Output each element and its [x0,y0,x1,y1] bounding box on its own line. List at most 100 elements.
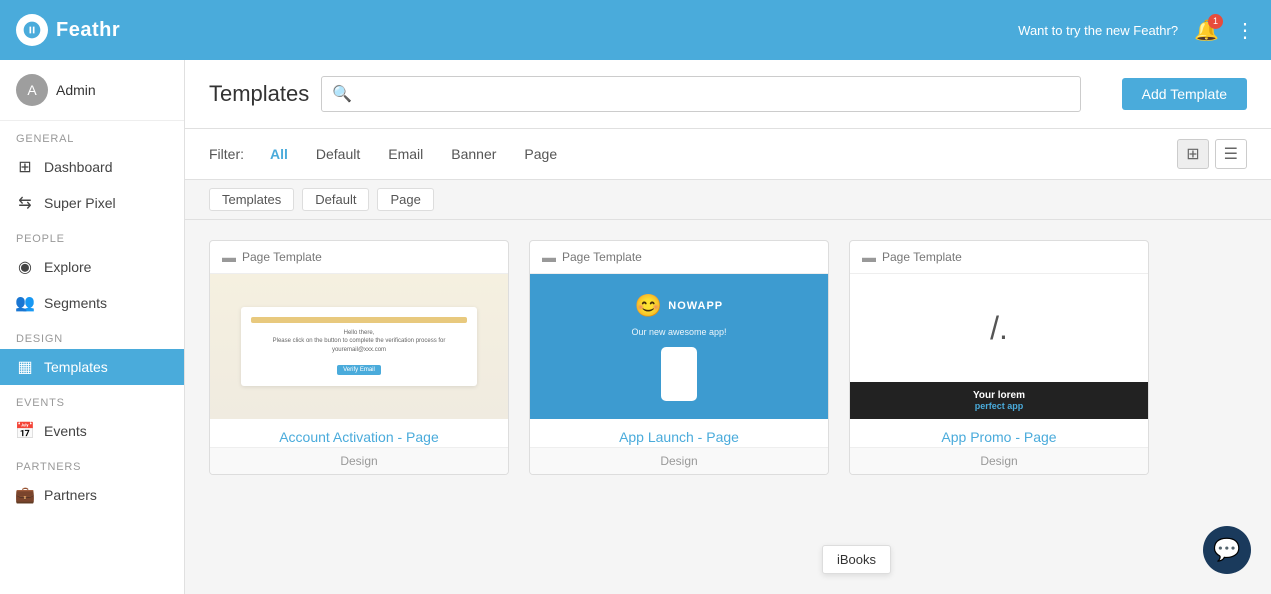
sidebar-item-segments[interactable]: 👥 Segments [0,285,184,321]
card-thumbnail: Hello there,Please click on the button t… [210,274,508,419]
sidebar-item-events[interactable]: 📅 Events [0,413,184,449]
thumb-cta: Verify Email [337,365,381,375]
nowapp-icon: 😊 [635,293,662,319]
section-label-partners: Partners [0,449,184,477]
sidebar-item-templates[interactable]: ▦ Templates [0,349,184,385]
dashboard-icon: ⊞ [16,158,34,176]
superpixel-icon: ⇆ [16,194,34,212]
logo-area: Feathr [16,14,120,46]
notification-button[interactable]: 🔔 1 [1194,18,1219,43]
template-card-app-launch[interactable]: ▬ Page Template 😊 NOWAPP Our new awesome… [529,240,829,475]
thumb-top: /. [850,274,1148,382]
notification-badge: 1 [1208,14,1223,29]
page-title: Templates [209,81,309,107]
grid-view-button[interactable]: ⊞ [1177,139,1208,169]
section-label-general: General [0,121,184,149]
filter-label: Filter: [209,146,244,162]
filter-item-banner[interactable]: Banner [437,142,510,166]
sidebar-item-explore[interactable]: ◉ Explore [0,249,184,285]
page-template-icon: ▬ [542,249,556,265]
filter-item-email[interactable]: Email [374,142,437,166]
page-template-icon: ▬ [222,249,236,265]
card-meta: Design [210,447,508,474]
section-label-design: Design [0,321,184,349]
slash-logo: /. [990,310,1008,347]
section-label-people: People [0,221,184,249]
nowapp-label: NOWAPP [668,300,723,312]
more-options-button[interactable]: ⋮ [1235,18,1255,43]
explore-icon: ◉ [16,258,34,276]
filter-item-page[interactable]: Page [510,142,571,166]
avatar: A [16,74,48,106]
thumb-title: Your lorem [858,390,1140,401]
logo-text: Feathr [56,19,120,42]
search-input[interactable] [362,86,1080,102]
filter-item-all[interactable]: All [256,142,302,166]
sidebar-item-label: Events [44,423,87,439]
breadcrumb-templates[interactable]: Templates [209,188,294,211]
thumb-bottom: Your lorem perfect app [850,382,1148,419]
sidebar-item-dashboard[interactable]: ⊞ Dashboard [0,149,184,185]
tooltip-popup: iBooks [822,545,891,574]
card-type-label: ▬ Page Template [850,241,1148,274]
sidebar-item-label: Partners [44,487,97,503]
thumb-subtitle: perfect app [858,401,1140,411]
breadcrumb-page[interactable]: Page [377,188,433,211]
breadcrumb-bar: Templates Default Page [185,180,1271,220]
card-thumbnail: 😊 NOWAPP Our new awesome app! [530,274,828,419]
tooltip-text: iBooks [837,552,876,567]
logo-icon [16,14,48,46]
view-toggles: ⊞ ☰ [1177,139,1247,169]
section-label-events: Events [0,385,184,413]
events-icon: 📅 [16,422,34,440]
thumb-app-promo: /. Your lorem perfect app [850,274,1148,419]
card-name: App Promo - Page [850,419,1148,447]
filter-item-default[interactable]: Default [302,142,374,166]
card-thumbnail: /. Your lorem perfect app [850,274,1148,419]
card-type-text: Page Template [242,250,322,264]
thumb-account-activation: Hello there,Please click on the button t… [210,274,508,419]
content-area: Templates 🔍 Add Template Filter: All Def… [185,60,1271,594]
top-header: Feathr Want to try the new Feathr? 🔔 1 ⋮ [0,0,1271,60]
card-type-label: ▬ Page Template [210,241,508,274]
sidebar: A Admin General ⊞ Dashboard ⇆ Super Pixe… [0,60,185,594]
thumb-tagline: Our new awesome app! [631,327,726,337]
template-card-app-promo[interactable]: ▬ Page Template /. Your lorem perfect ap… [849,240,1149,475]
header-promo-text: Want to try the new Feathr? [1018,23,1178,38]
add-template-button[interactable]: Add Template [1122,78,1247,110]
chat-bubble[interactable]: 💬 [1203,526,1251,574]
thumb-logo: 😊 NOWAPP [635,293,723,319]
search-button[interactable]: 🔍 [322,84,362,104]
sidebar-user: A Admin [0,60,184,121]
header-right: Want to try the new Feathr? 🔔 1 ⋮ [1018,18,1255,43]
card-name: Account Activation - Page [210,419,508,447]
sidebar-item-superpixel[interactable]: ⇆ Super Pixel [0,185,184,221]
page-template-icon: ▬ [862,249,876,265]
thumb-app-launch: 😊 NOWAPP Our new awesome app! [530,274,828,419]
card-meta: Design [850,447,1148,474]
chat-icon: 💬 [1213,537,1240,563]
search-bar: 🔍 [321,76,1081,112]
templates-icon: ▦ [16,358,34,376]
templates-grid: ▬ Page Template Hello there,Please click… [185,220,1271,495]
card-name: App Launch - Page [530,419,828,447]
thumb-inner: Hello there,Please click on the button t… [241,307,477,386]
sidebar-item-label: Explore [44,259,91,275]
template-card-account-activation[interactable]: ▬ Page Template Hello there,Please click… [209,240,509,475]
thumb-text: Hello there,Please click on the button t… [251,329,467,354]
user-name: Admin [56,82,96,98]
sidebar-item-label: Segments [44,295,107,311]
sidebar-item-label: Templates [44,359,108,375]
card-type-label: ▬ Page Template [530,241,828,274]
card-meta: Design [530,447,828,474]
list-view-button[interactable]: ☰ [1215,139,1247,169]
sidebar-item-partners[interactable]: 💼 Partners [0,477,184,513]
partners-icon: 💼 [16,486,34,504]
sidebar-item-label: Super Pixel [44,195,116,211]
breadcrumb-default[interactable]: Default [302,188,369,211]
page-header: Templates 🔍 Add Template [185,60,1271,129]
card-type-text: Page Template [562,250,642,264]
card-type-text: Page Template [882,250,962,264]
thumb-phone [661,347,697,401]
sidebar-item-label: Dashboard [44,159,113,175]
